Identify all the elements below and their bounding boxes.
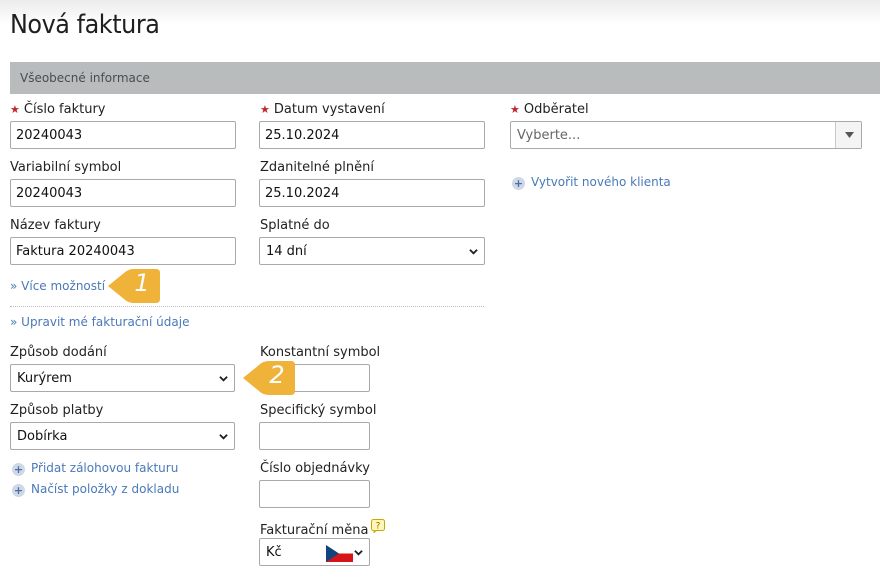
delivery-method-select[interactable]: Kurýrem: [10, 364, 235, 392]
edit-billing-link[interactable]: » Upravit mé fakturační údaje: [10, 315, 189, 329]
required-icon: ★: [260, 103, 270, 116]
client-select[interactable]: Vyberte...: [510, 121, 862, 149]
question-icon[interactable]: ?: [371, 519, 386, 533]
due-label: Splatné do: [260, 218, 330, 233]
czech-flag-icon: [326, 545, 353, 562]
plus-circle-icon: +: [12, 463, 25, 476]
create-client-link[interactable]: + Vytvořit nového klienta: [512, 175, 671, 190]
chevron-down-icon: [219, 434, 228, 440]
due-value: 14 dní: [266, 244, 307, 259]
client-label: ★ Odběratel: [510, 102, 589, 117]
divider: [10, 306, 484, 307]
step-badge-1: 1: [106, 266, 160, 306]
delivery-method-value: Kurýrem: [17, 371, 72, 386]
required-icon: ★: [510, 103, 520, 116]
variable-symbol-input[interactable]: [10, 179, 236, 207]
invoice-name-input[interactable]: [10, 237, 236, 265]
more-options-link[interactable]: » Více možností: [10, 279, 105, 293]
svg-text:?: ?: [376, 522, 381, 532]
currency-label: Fakturační měna?: [260, 519, 386, 538]
client-dropdown-button[interactable]: [835, 122, 861, 148]
badge-number: 1: [134, 269, 150, 297]
section-header: Všeobecné informace: [10, 62, 880, 94]
specific-symbol-label: Specifický symbol: [260, 403, 377, 418]
caret-down-icon: [845, 132, 854, 138]
plus-circle-icon: +: [512, 177, 525, 190]
payment-method-label: Způsob platby: [10, 403, 104, 418]
payment-method-value: Dobírka: [17, 429, 68, 444]
specific-symbol-input[interactable]: [259, 422, 370, 450]
chevron-down-icon: [219, 376, 228, 382]
variable-symbol-label: Variabilní symbol: [10, 160, 122, 175]
currency-value: Kč: [266, 545, 282, 560]
required-icon: ★: [10, 103, 20, 116]
currency-select[interactable]: Kč: [259, 538, 370, 566]
taxable-date-label: Zdanitelné plnění: [260, 160, 375, 175]
invoice-name-label: Název faktury: [10, 218, 101, 233]
step-badge-2: 2: [241, 358, 295, 398]
issue-date-input[interactable]: [259, 121, 485, 149]
client-placeholder: Vyberte...: [517, 128, 581, 143]
badge-number: 2: [269, 361, 285, 389]
order-number-input[interactable]: [259, 480, 370, 508]
payment-method-select[interactable]: Dobírka: [10, 422, 235, 450]
page-title: Nová faktura: [10, 10, 160, 40]
section-title: Všeobecné informace: [20, 71, 150, 85]
chevron-down-icon: [354, 550, 363, 556]
issue-date-label: ★ Datum vystavení: [260, 102, 385, 117]
load-items-link[interactable]: + Načíst položky z dokladu: [12, 482, 179, 497]
add-advance-invoice-link[interactable]: + Přidat zálohovou fakturu: [12, 461, 178, 476]
order-number-label: Číslo objednávky: [260, 461, 370, 476]
plus-circle-icon: +: [12, 484, 25, 497]
chevron-down-icon: [469, 249, 478, 255]
invoice-number-input[interactable]: [10, 121, 236, 149]
delivery-method-label: Způsob dodání: [10, 345, 107, 360]
taxable-date-input[interactable]: [259, 179, 485, 207]
due-select[interactable]: 14 dní: [259, 237, 485, 265]
invoice-number-label: ★ Číslo faktury: [10, 102, 106, 117]
